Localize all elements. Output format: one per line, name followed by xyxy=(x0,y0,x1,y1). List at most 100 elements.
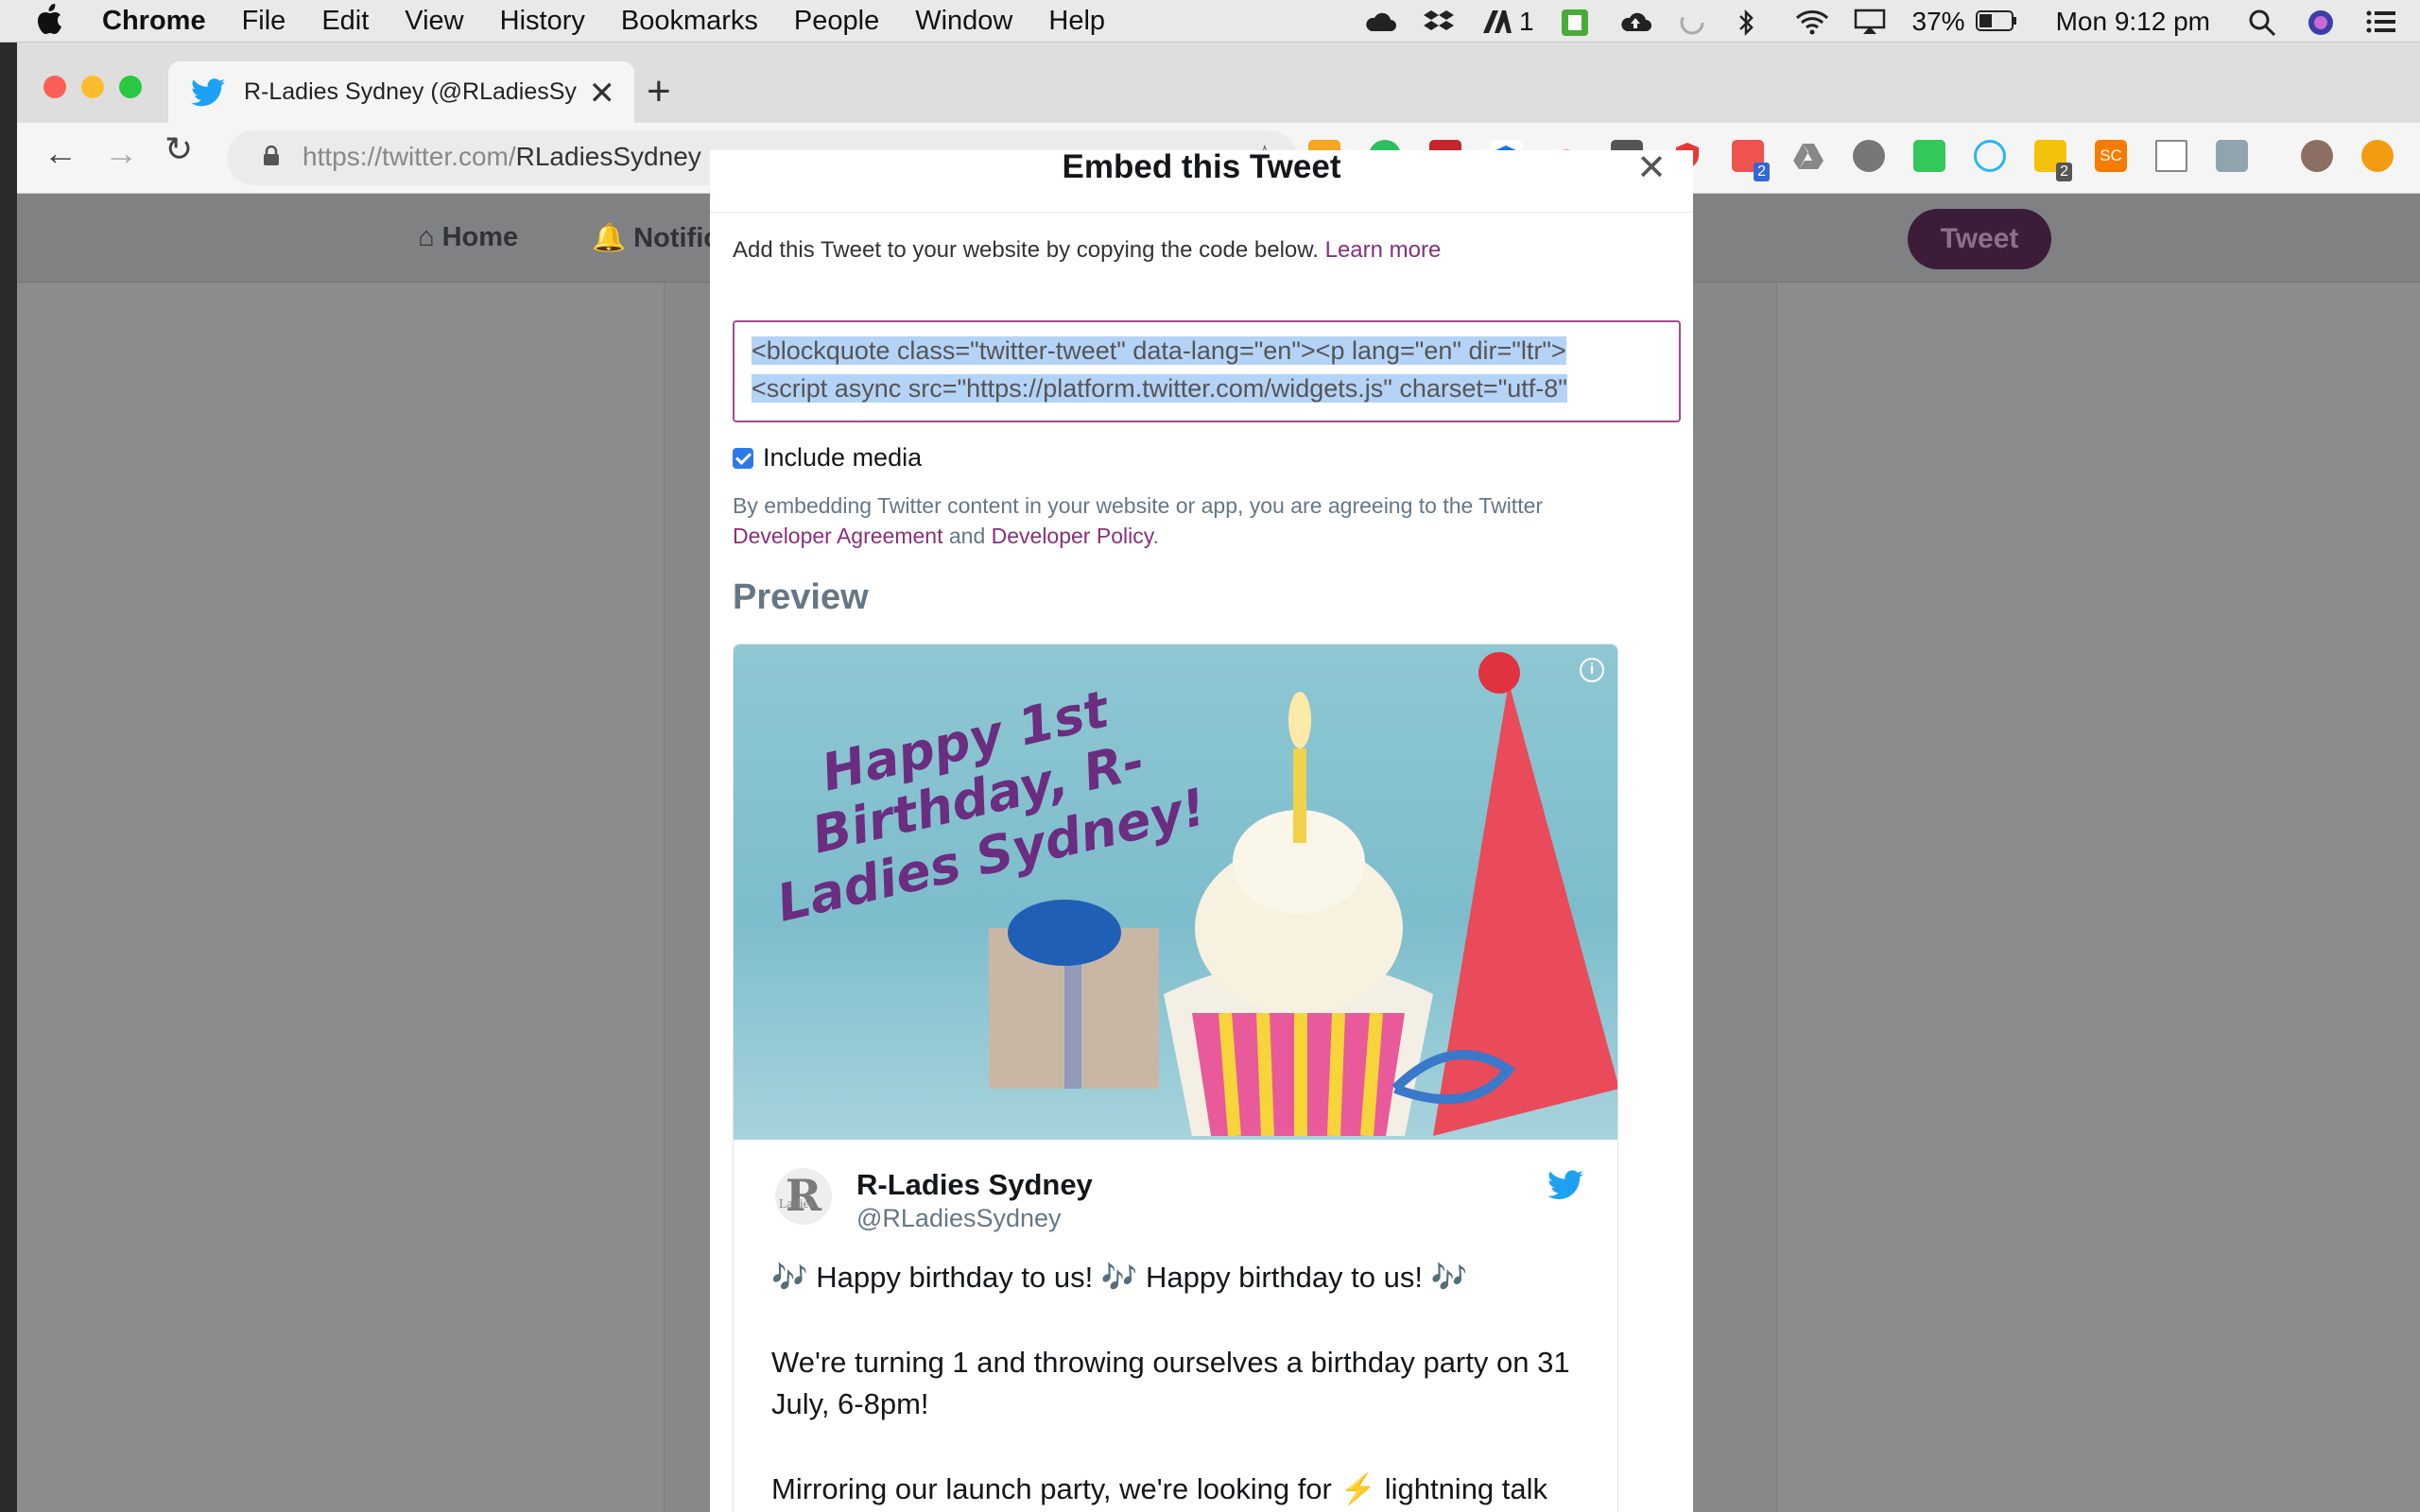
siri-icon[interactable] xyxy=(2307,9,2339,35)
menu-edit[interactable]: Edit xyxy=(321,6,369,37)
drive-extension-icon[interactable] xyxy=(1792,140,1824,172)
ext-badge-b: 2 xyxy=(1754,163,1770,181)
circle-extension-icon[interactable] xyxy=(1853,140,1885,172)
modal-header: Embed this Tweet ✕ xyxy=(710,150,1693,213)
apple-menu-icon[interactable] xyxy=(36,3,64,39)
code-line-1-text: <blockquote class="twitter-tweet" data-l… xyxy=(752,336,1566,365)
macos-menubar: Chrome File Edit View History Bookmarks … xyxy=(0,0,2420,43)
close-icon[interactable]: ✕ xyxy=(1636,150,1667,186)
nav-home[interactable]: ⌂ Home xyxy=(418,222,518,253)
tab-strip: R-Ladies Sydney (@RLadiesSy ✕ + xyxy=(17,43,2420,123)
close-window-button[interactable] xyxy=(43,76,66,98)
modal-title: Embed this Tweet xyxy=(1062,150,1341,185)
alert-extension-icon[interactable] xyxy=(2361,140,2394,172)
nav-home-label: Home xyxy=(441,222,519,252)
evernote-status-icon[interactable] xyxy=(1561,9,1593,36)
new-tab-button[interactable]: + xyxy=(647,71,671,112)
pen-extension-icon[interactable] xyxy=(2216,140,2248,172)
tweet-paragraph-3: Mirroring our launch party, we're lookin… xyxy=(771,1472,1548,1505)
music-note-icon: 🎶 xyxy=(1430,1261,1468,1294)
dropbox-icon[interactable] xyxy=(1423,9,1455,35)
tweet-line-1: 🎶 Happy birthday to us! 🎶 Happy birthday… xyxy=(771,1257,1584,1298)
tab-title: R-Ladies Sydney (@RLadiesSy xyxy=(244,78,577,105)
embed-code-textarea[interactable]: <blockquote class="twitter-tweet" data-l… xyxy=(733,320,1681,422)
embed-tweet-modal: Embed this Tweet ✕ Add this Tweet to you… xyxy=(710,150,1693,1512)
chat-extension-icon[interactable]: 2 xyxy=(2034,140,2072,181)
zoom-window-button[interactable] xyxy=(119,76,142,98)
twitter-favicon-icon xyxy=(191,77,225,107)
author-avatar[interactable]: R Ladies xyxy=(775,1168,832,1225)
music-note-icon: 🎶 xyxy=(771,1261,808,1294)
menu-chrome[interactable]: Chrome xyxy=(102,6,206,37)
tweet-button[interactable]: Tweet xyxy=(1908,209,2051,269)
wifi-icon[interactable] xyxy=(1795,9,1828,35)
clock[interactable]: Mon 9:12 pm xyxy=(2056,7,2210,37)
developer-agreement-link[interactable]: Developer Agreement xyxy=(733,524,942,548)
tweet-body: R Ladies R-Ladies Sydney @RLadiesSydney 🎶… xyxy=(734,1140,1617,1512)
notification-center-icon[interactable] xyxy=(2365,9,2397,35)
home-icon: ⌂ xyxy=(418,222,442,252)
puzzle-extension-icon[interactable]: 2 xyxy=(1732,140,1770,181)
menu-history[interactable]: History xyxy=(500,6,585,37)
menu-window[interactable]: Window xyxy=(915,6,1012,37)
bluetooth-icon[interactable] xyxy=(1737,9,1769,36)
avatar-sub: Ladies xyxy=(779,1197,815,1211)
cloud-icon[interactable] xyxy=(1364,9,1396,35)
legal-notice: By embedding Twitter content in your web… xyxy=(733,490,1668,551)
ext-badge-c: 2 xyxy=(2056,163,2072,181)
bell-icon: 🔔 xyxy=(592,223,634,253)
info-icon[interactable]: i xyxy=(1580,658,1604,682)
battery-percent: 37% xyxy=(1911,6,1965,36)
cloud-upload-icon[interactable] xyxy=(1619,9,1651,35)
adobe-count: 1 xyxy=(1518,6,1534,36)
twitter-bird-icon[interactable] xyxy=(1547,1170,1583,1200)
reload-button[interactable]: ↻ xyxy=(164,132,193,166)
include-media-checkbox[interactable]: Include media xyxy=(733,443,922,472)
url-text: https://twitter.com/RLadiesSydney xyxy=(302,142,701,172)
profile-avatar-icon[interactable] xyxy=(2301,140,2333,172)
url-path: RLadiesSydney xyxy=(515,142,701,171)
legal-period: . xyxy=(1152,524,1159,548)
minimize-window-button[interactable] xyxy=(81,76,104,98)
menubar-status-area: 1 37% Mon 9:12 pm xyxy=(1338,0,2420,43)
battery-icon[interactable] xyxy=(1975,9,2018,35)
airplay-icon[interactable] xyxy=(1854,9,1886,35)
green-face-extension-icon[interactable] xyxy=(1913,140,1945,172)
sync-icon[interactable] xyxy=(1678,9,1710,35)
forward-button[interactable]: → xyxy=(104,136,138,170)
menu-view[interactable]: View xyxy=(405,6,463,37)
tweet-preview-card: Happy 1st Birthday, R-Ladies Sydney! i R… xyxy=(733,644,1618,1512)
sc-extension-icon[interactable]: SC xyxy=(2095,140,2127,172)
tweet-image[interactable]: Happy 1st Birthday, R-Ladies Sydney! i xyxy=(734,644,1617,1140)
tweet-line-1b: Happy birthday to us! xyxy=(1146,1261,1423,1294)
code-line-1: <blockquote class="twitter-tweet" data-l… xyxy=(752,332,1679,369)
back-button[interactable]: ← xyxy=(43,136,78,170)
code-line-2: <script async src="https://platform.twit… xyxy=(752,369,1679,407)
author-name[interactable]: R-Ladies Sydney xyxy=(856,1168,1093,1202)
menu-people[interactable]: People xyxy=(794,6,879,37)
legal-text: By embedding Twitter content in your web… xyxy=(733,493,1544,518)
legal-and: and xyxy=(948,524,986,548)
modal-intro: Add this Tweet to your website by copyin… xyxy=(733,237,1441,264)
preview-heading: Preview xyxy=(733,577,869,617)
code-line-2-text: <script async src="https://platform.twit… xyxy=(752,374,1567,403)
developer-policy-link[interactable]: Developer Policy xyxy=(992,524,1153,548)
menu-file[interactable]: File xyxy=(242,6,286,37)
tweet-line-1a: Happy birthday to us! xyxy=(816,1261,1094,1294)
author-handle[interactable]: @RLadiesSydney xyxy=(856,1204,1062,1233)
music-note-icon: 🎶 xyxy=(1100,1261,1138,1294)
checkbox-checked-icon[interactable] xyxy=(733,447,753,469)
intro-text: Add this Tweet to your website by copyin… xyxy=(733,237,1319,263)
tab-close-icon[interactable]: ✕ xyxy=(589,75,616,112)
menu-bookmarks[interactable]: Bookmarks xyxy=(621,6,758,37)
lock-icon xyxy=(263,145,280,166)
ring-extension-icon[interactable] xyxy=(1974,140,2006,172)
url-host: https://twitter.com/ xyxy=(302,142,516,171)
tab-twitter[interactable]: R-Ladies Sydney (@RLadiesSy ✕ xyxy=(168,61,634,123)
spotlight-search-icon[interactable] xyxy=(2248,9,2280,36)
menu-help[interactable]: Help xyxy=(1048,6,1105,37)
adobe-icon[interactable] xyxy=(1481,9,1513,35)
learn-more-link[interactable]: Learn more xyxy=(1325,237,1442,263)
tweet-text: 🎶 Happy birthday to us! 🎶 Happy birthday… xyxy=(771,1257,1584,1512)
document-extension-icon[interactable] xyxy=(2155,140,2187,172)
